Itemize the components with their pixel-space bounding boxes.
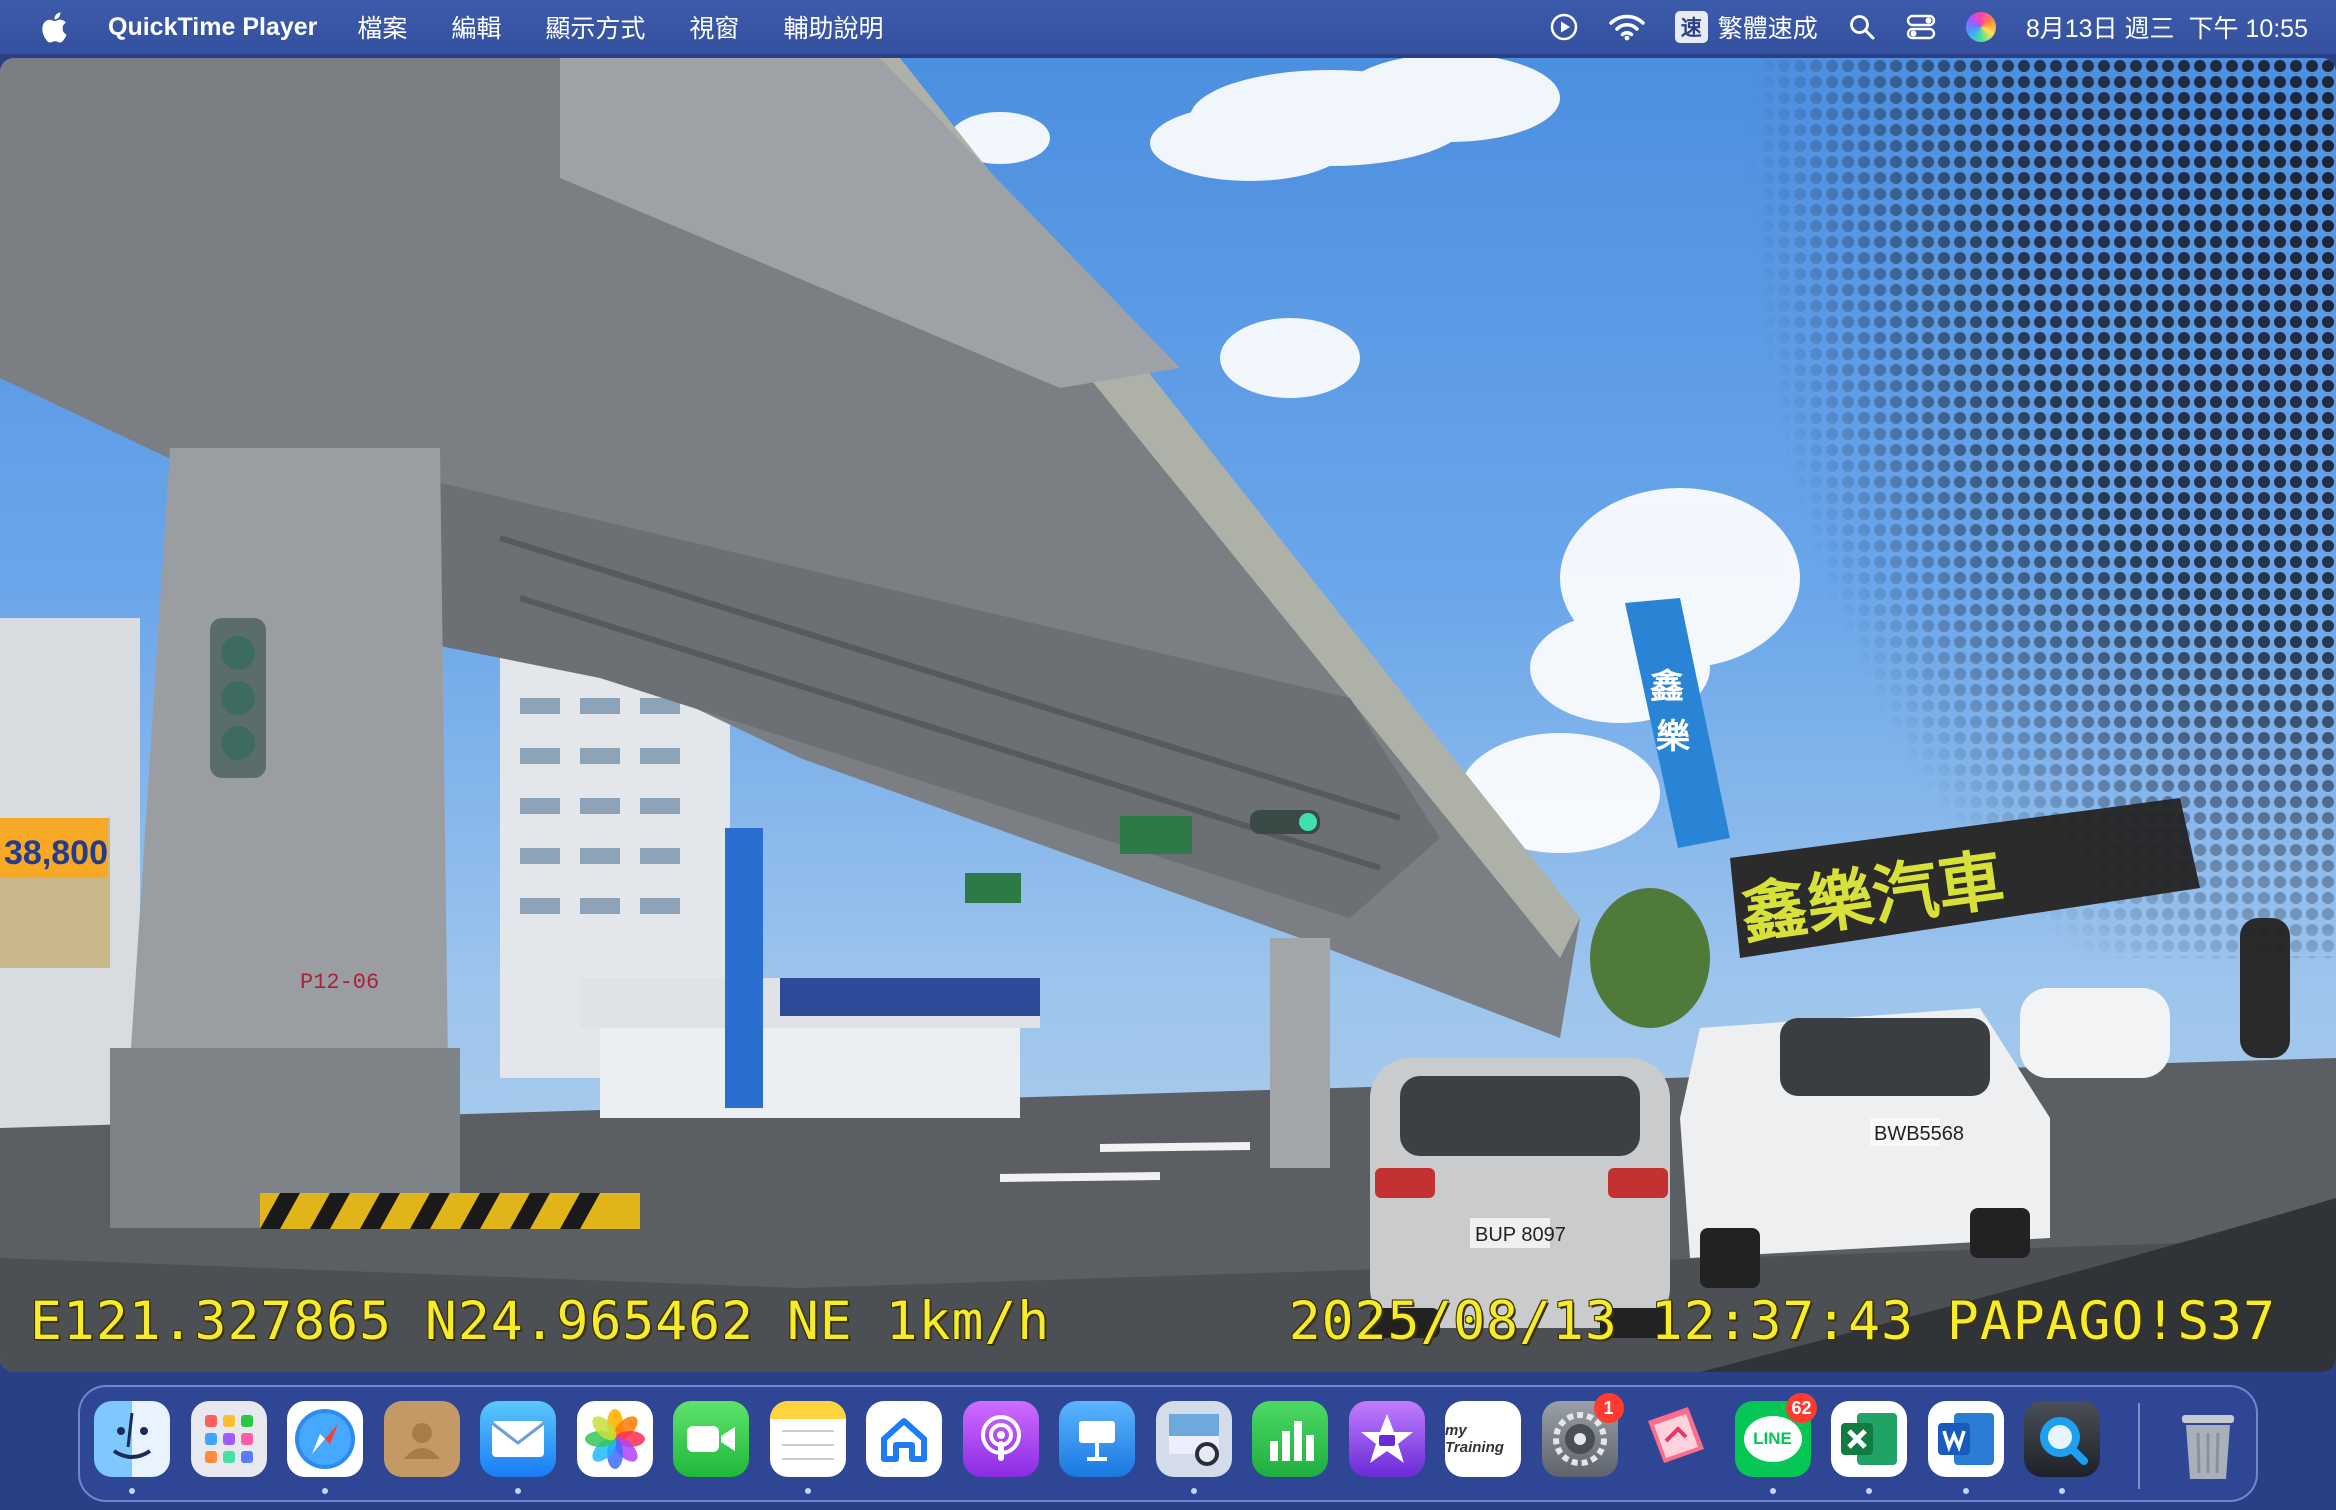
my-training-label: my Training [1445, 1422, 1504, 1456]
dock-item-word[interactable] [1927, 1401, 2004, 1494]
svg-text:BWB5568: BWB5568 [1874, 1123, 1964, 1145]
running-indicator [1769, 1488, 1776, 1494]
running-indicator [129, 1488, 135, 1494]
launchpad-icon [190, 1401, 267, 1477]
dock-item-line[interactable]: LINE 62 [1734, 1393, 1817, 1494]
quicktime-icon [2024, 1401, 2100, 1477]
menu-help[interactable]: 輔助說明 [783, 9, 883, 45]
home-icon [866, 1401, 942, 1477]
dock-item-contacts[interactable] [383, 1401, 460, 1477]
wifi-icon[interactable] [1609, 13, 1645, 41]
dock-item-my-training[interactable]: my Training [1445, 1401, 1521, 1477]
dock-item-imovie[interactable] [1348, 1401, 1425, 1477]
dock-item-excel[interactable] [1831, 1401, 1907, 1494]
mail-icon [480, 1401, 556, 1477]
dock-item-preview[interactable] [1155, 1401, 1232, 1494]
photos-icon [576, 1401, 653, 1477]
podcasts-icon [962, 1401, 1039, 1477]
spotlight-search-icon[interactable] [1848, 13, 1876, 41]
video-player-window[interactable]: P12-06 鑫 樂 鑫樂汽車 38,800 [0, 58, 2336, 1372]
dock-item-quicktime-player[interactable] [2024, 1401, 2100, 1494]
dock-item-podcasts[interactable] [962, 1401, 1039, 1477]
running-indicator [804, 1488, 811, 1494]
now-playing-icon[interactable] [1549, 12, 1579, 42]
timestamp-overlay: 2025/08/13 12:37:43 PAPAGO!S37 [1288, 1291, 2276, 1352]
dock-item-notes[interactable] [769, 1401, 846, 1494]
keynote-icon [1059, 1401, 1135, 1477]
gps-overlay: E121.327865 N24.965462 NE 1km/h [30, 1291, 1051, 1352]
dock: my Training 1 LINE 62 [78, 1385, 2258, 1502]
apple-logo-icon[interactable] [38, 10, 68, 44]
dock-item-pages-style-app[interactable] [1638, 1401, 1714, 1477]
excel-icon [1831, 1401, 1907, 1477]
dock-item-keynote[interactable] [1059, 1401, 1135, 1477]
trash-icon[interactable] [2172, 1405, 2244, 1483]
menu-bar: QuickTime Player 檔案 編輯 顯示方式 視窗 輔助說明 速 繁體… [0, 0, 2336, 54]
menu-edit[interactable]: 編輯 [451, 9, 501, 45]
dock-item-facetime[interactable] [673, 1401, 749, 1477]
finder-icon [94, 1401, 170, 1477]
running-indicator [1190, 1488, 1197, 1494]
input-method-label: 繁體速成 [1717, 15, 1818, 43]
notification-badge: 1 [1593, 1393, 1624, 1423]
imovie-icon [1348, 1401, 1425, 1477]
svg-text:38,800: 38,800 [4, 834, 108, 872]
input-method-menu[interactable]: 速 繁體速成 [1674, 9, 1818, 45]
menu-window[interactable]: 視窗 [689, 9, 739, 45]
svg-text:鑫: 鑫 [1650, 668, 1684, 706]
running-indicator [2059, 1488, 2065, 1494]
input-method-icon: 速 [1674, 11, 1708, 43]
numbers-icon [1252, 1401, 1328, 1477]
dock-item-home[interactable] [866, 1401, 942, 1477]
dock-item-safari[interactable] [287, 1401, 363, 1494]
running-indicator [1962, 1488, 1969, 1494]
word-icon [1927, 1401, 2004, 1477]
svg-text:樂: 樂 [1656, 718, 1691, 756]
contacts-icon [383, 1401, 460, 1477]
my-training-icon: my Training [1445, 1401, 1521, 1477]
pink-document-app-icon [1638, 1401, 1714, 1477]
safari-icon [287, 1401, 363, 1477]
dock-item-mail[interactable] [480, 1401, 556, 1494]
siri-icon[interactable] [1965, 12, 1996, 42]
dock-separator [2138, 1403, 2140, 1489]
dock-item-system-settings[interactable]: 1 [1541, 1393, 1624, 1477]
notes-icon [769, 1401, 846, 1477]
notification-badge: 62 [1786, 1393, 1817, 1423]
dock-item-finder[interactable] [94, 1401, 170, 1494]
dashcam-video-frame: P12-06 鑫 樂 鑫樂汽車 38,800 [0, 58, 2336, 1372]
running-indicator [1866, 1488, 1872, 1494]
dock-item-photos[interactable] [576, 1401, 653, 1477]
line-label: LINE [1753, 1429, 1792, 1448]
running-indicator [322, 1488, 328, 1494]
app-menu-quicktime[interactable]: QuickTime Player [108, 13, 317, 42]
dock-item-numbers[interactable] [1252, 1401, 1328, 1477]
clock-time[interactable]: 下午 10:55 [2188, 9, 2308, 45]
dock-item-launchpad[interactable] [190, 1401, 267, 1477]
svg-text:BUP 8097: BUP 8097 [1475, 1224, 1566, 1246]
running-indicator [515, 1488, 521, 1494]
clock-date[interactable]: 8月13日 週三 [2026, 9, 2175, 45]
control-center-icon[interactable] [1906, 13, 1936, 41]
facetime-icon [673, 1401, 749, 1477]
menu-view[interactable]: 顯示方式 [545, 9, 645, 45]
menu-file[interactable]: 檔案 [357, 9, 407, 45]
preview-icon [1155, 1401, 1232, 1477]
svg-text:P12-06: P12-06 [300, 970, 379, 995]
